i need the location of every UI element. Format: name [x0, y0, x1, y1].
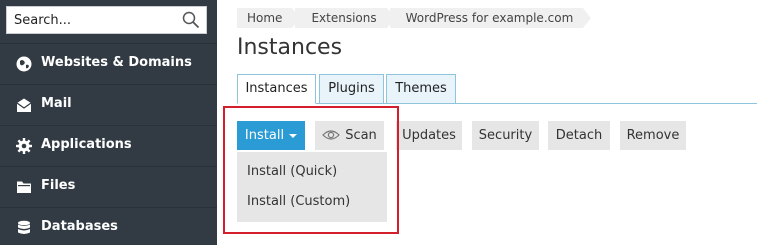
scan-button[interactable]: Scan: [315, 121, 384, 150]
search-icon[interactable]: [182, 11, 200, 29]
search-input[interactable]: [7, 7, 177, 33]
breadcrumb-current[interactable]: WordPress for example.com: [389, 8, 591, 28]
sidebar-item-websites-domains[interactable]: Websites & Domains: [0, 43, 217, 83]
sidebar-item-label: Applications: [41, 137, 132, 152]
breadcrumb-home[interactable]: Home: [237, 8, 301, 28]
tab-plugins[interactable]: Plugins: [319, 74, 384, 104]
sidebar-item-applications[interactable]: Applications: [0, 125, 217, 165]
database-icon: [18, 220, 30, 234]
tab-themes[interactable]: Themes: [386, 74, 456, 104]
tab-instances[interactable]: Instances: [237, 74, 316, 104]
sidebar-item-label: Websites & Domains: [41, 55, 192, 70]
install-custom-item[interactable]: Install (Custom): [247, 194, 350, 209]
sidebar-item-files[interactable]: Files: [0, 166, 217, 206]
breadcrumb: Home Extensions WordPress for example.co…: [237, 8, 591, 28]
install-button[interactable]: Install: [237, 121, 305, 150]
search-box: [6, 6, 207, 34]
install-button-label: Install: [244, 128, 285, 143]
detach-button[interactable]: Detach: [548, 121, 610, 150]
eye-icon: [322, 129, 341, 140]
breadcrumb-extensions[interactable]: Extensions: [295, 8, 395, 28]
sidebar-item-label: Files: [41, 178, 76, 193]
install-quick-item[interactable]: Install (Quick): [247, 164, 337, 179]
remove-button[interactable]: Remove: [620, 121, 686, 150]
globe-icon: [16, 56, 32, 72]
chevron-down-icon: [289, 133, 298, 138]
page-title: Instances: [237, 35, 343, 60]
envelope-icon: [16, 98, 32, 112]
security-button[interactable]: Security: [472, 121, 539, 150]
sidebar-item-mail[interactable]: Mail: [0, 84, 217, 124]
sidebar-item-label: Databases: [41, 219, 118, 234]
gear-icon: [16, 138, 32, 154]
sidebar-item-databases[interactable]: Databases: [0, 207, 217, 245]
folder-icon: [17, 181, 31, 193]
sidebar-item-label: Mail: [41, 96, 72, 111]
updates-button[interactable]: Updates: [396, 121, 462, 150]
scan-button-label: Scan: [345, 128, 377, 143]
sidebar: Websites & Domains Mail Applications Fil…: [0, 0, 217, 245]
install-dropdown-menu: Install (Quick) Install (Custom): [237, 152, 387, 222]
